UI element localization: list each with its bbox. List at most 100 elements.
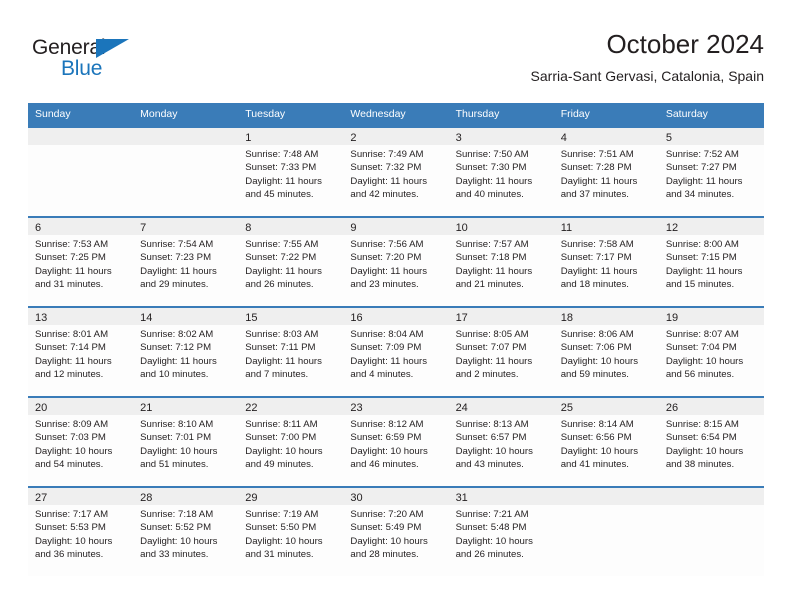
- day-number[interactable]: 6: [28, 218, 133, 235]
- day-cell[interactable]: Sunrise: 8:14 AM Sunset: 6:56 PM Dayligh…: [554, 415, 659, 486]
- day-number[interactable]: 22: [238, 398, 343, 415]
- day-cell[interactable]: Sunrise: 8:02 AM Sunset: 7:12 PM Dayligh…: [133, 325, 238, 396]
- daylight-text-line2: and 51 minutes.: [140, 459, 209, 471]
- day-number[interactable]: 24: [449, 398, 554, 415]
- day-number[interactable]: 19: [659, 308, 764, 325]
- week-date-band: 20 21 22 23 24 25 26: [28, 398, 764, 415]
- generalblue-logo[interactable]: General Blue: [32, 36, 172, 90]
- weekday-header-saturday: Saturday: [665, 108, 708, 120]
- day-number[interactable]: 7: [133, 218, 238, 235]
- sunset-text: Sunset: 5:50 PM: [245, 522, 317, 534]
- sunrise-text: Sunrise: 7:17 AM: [35, 509, 109, 520]
- sunrise-text: Sunrise: 7:18 AM: [140, 509, 214, 520]
- day-cell[interactable]: Sunrise: 7:54 AM Sunset: 7:23 PM Dayligh…: [133, 235, 238, 306]
- day-number[interactable]: 20: [28, 398, 133, 415]
- day-number[interactable]: 28: [133, 488, 238, 505]
- day-cell[interactable]: Sunrise: 7:48 AM Sunset: 7:33 PM Dayligh…: [238, 145, 343, 216]
- daylight-text-line1: Daylight: 11 hours: [665, 265, 743, 277]
- day-number[interactable]: 25: [554, 398, 659, 415]
- week-date-band: 13 14 15 16 17 18 19: [28, 308, 764, 325]
- day-cell[interactable]: Sunrise: 7:52 AM Sunset: 7:27 PM Dayligh…: [659, 145, 764, 216]
- day-cell[interactable]: [133, 145, 238, 216]
- daylight-text-line1: Daylight: 11 hours: [350, 355, 428, 367]
- day-cell[interactable]: Sunrise: 8:04 AM Sunset: 7:09 PM Dayligh…: [343, 325, 448, 396]
- day-number[interactable]: 3: [449, 128, 554, 145]
- day-number[interactable]: 16: [343, 308, 448, 325]
- daylight-text-line1: Daylight: 11 hours: [245, 265, 322, 277]
- day-cell[interactable]: Sunrise: 8:12 AM Sunset: 6:59 PM Dayligh…: [343, 415, 448, 486]
- day-cell[interactable]: Sunrise: 8:03 AM Sunset: 7:11 PM Dayligh…: [238, 325, 343, 396]
- day-cell[interactable]: Sunrise: 7:50 AM Sunset: 7:30 PM Dayligh…: [449, 145, 554, 216]
- day-number[interactable]: 11: [554, 218, 659, 235]
- day-cell[interactable]: Sunrise: 7:20 AM Sunset: 5:49 PM Dayligh…: [343, 505, 448, 576]
- day-cell[interactable]: Sunrise: 7:17 AM Sunset: 5:53 PM Dayligh…: [28, 505, 133, 576]
- day-number[interactable]: 1: [238, 128, 343, 145]
- day-cell[interactable]: Sunrise: 7:21 AM Sunset: 5:48 PM Dayligh…: [449, 505, 554, 576]
- day-cell[interactable]: Sunrise: 7:18 AM Sunset: 5:52 PM Dayligh…: [133, 505, 238, 576]
- day-number[interactable]: 29: [238, 488, 343, 505]
- day-number[interactable]: 26: [659, 398, 764, 415]
- day-cell[interactable]: Sunrise: 8:00 AM Sunset: 7:15 PM Dayligh…: [659, 235, 764, 306]
- day-cell[interactable]: Sunrise: 8:07 AM Sunset: 7:04 PM Dayligh…: [659, 325, 764, 396]
- day-number[interactable]: 15: [238, 308, 343, 325]
- day-cell[interactable]: Sunrise: 8:05 AM Sunset: 7:07 PM Dayligh…: [449, 325, 554, 396]
- day-number[interactable]: 13: [28, 308, 133, 325]
- weekday-header-wednesday: Wednesday: [350, 108, 406, 120]
- day-number[interactable]: 14: [133, 308, 238, 325]
- sunrise-text: Sunrise: 7:57 AM: [455, 239, 529, 250]
- day-cell[interactable]: [28, 145, 133, 216]
- day-number[interactable]: 12: [659, 218, 764, 235]
- day-number[interactable]: 5: [659, 128, 764, 145]
- day-number[interactable]: 31: [449, 488, 554, 505]
- day-number[interactable]: 21: [133, 398, 238, 415]
- daylight-text-line1: Daylight: 10 hours: [35, 445, 113, 457]
- sunrise-text: Sunrise: 8:13 AM: [455, 419, 529, 430]
- weekday-header-friday: Friday: [560, 108, 590, 120]
- day-number[interactable]: 18: [554, 308, 659, 325]
- day-number[interactable]: 30: [343, 488, 448, 505]
- daylight-text-line1: Daylight: 11 hours: [560, 175, 638, 187]
- day-number[interactable]: 8: [238, 218, 343, 235]
- daylight-text-line2: and 41 minutes.: [560, 459, 629, 471]
- day-number[interactable]: 27: [28, 488, 133, 505]
- sunrise-text: Sunrise: 8:01 AM: [35, 329, 109, 340]
- day-cell[interactable]: Sunrise: 8:01 AM Sunset: 7:14 PM Dayligh…: [28, 325, 133, 396]
- daylight-text-line1: Daylight: 11 hours: [665, 175, 743, 187]
- daylight-text-line1: Daylight: 10 hours: [350, 445, 428, 457]
- day-number[interactable]: 17: [449, 308, 554, 325]
- day-number[interactable]: 23: [343, 398, 448, 415]
- day-number[interactable]: [133, 128, 238, 145]
- day-cell[interactable]: Sunrise: 8:13 AM Sunset: 6:57 PM Dayligh…: [449, 415, 554, 486]
- day-cell[interactable]: Sunrise: 7:56 AM Sunset: 7:20 PM Dayligh…: [343, 235, 448, 306]
- calendar-week-row: 6 7 8 9 10 11 12 Sunrise: 7:53 AM Sunset…: [28, 216, 764, 306]
- day-cell[interactable]: Sunrise: 8:09 AM Sunset: 7:03 PM Dayligh…: [28, 415, 133, 486]
- day-cell[interactable]: Sunrise: 8:10 AM Sunset: 7:01 PM Dayligh…: [133, 415, 238, 486]
- day-cell[interactable]: Sunrise: 7:19 AM Sunset: 5:50 PM Dayligh…: [238, 505, 343, 576]
- day-cell[interactable]: Sunrise: 8:06 AM Sunset: 7:06 PM Dayligh…: [554, 325, 659, 396]
- day-cell[interactable]: Sunrise: 7:57 AM Sunset: 7:18 PM Dayligh…: [449, 235, 554, 306]
- day-cell[interactable]: [659, 505, 764, 576]
- day-cell[interactable]: Sunrise: 7:55 AM Sunset: 7:22 PM Dayligh…: [238, 235, 343, 306]
- daylight-text-line2: and 45 minutes.: [245, 189, 314, 201]
- daylight-text-line2: and 37 minutes.: [560, 189, 629, 201]
- sunset-text: Sunset: 6:54 PM: [665, 432, 737, 444]
- day-number[interactable]: [659, 488, 764, 505]
- sunrise-text: Sunrise: 7:50 AM: [455, 149, 529, 160]
- day-number[interactable]: [28, 128, 133, 145]
- day-number[interactable]: [554, 488, 659, 505]
- day-number[interactable]: 4: [554, 128, 659, 145]
- daylight-text-line2: and 26 minutes.: [455, 549, 524, 561]
- day-number[interactable]: 9: [343, 218, 448, 235]
- day-cell[interactable]: Sunrise: 8:15 AM Sunset: 6:54 PM Dayligh…: [659, 415, 764, 486]
- day-cell[interactable]: Sunrise: 7:49 AM Sunset: 7:32 PM Dayligh…: [343, 145, 448, 216]
- day-number[interactable]: 10: [449, 218, 554, 235]
- sunset-text: Sunset: 7:30 PM: [455, 162, 527, 174]
- day-cell[interactable]: Sunrise: 7:58 AM Sunset: 7:17 PM Dayligh…: [554, 235, 659, 306]
- day-number[interactable]: 2: [343, 128, 448, 145]
- day-cell[interactable]: Sunrise: 7:51 AM Sunset: 7:28 PM Dayligh…: [554, 145, 659, 216]
- daylight-text-line2: and 54 minutes.: [35, 459, 104, 471]
- daylight-text-line1: Daylight: 10 hours: [665, 445, 744, 457]
- day-cell[interactable]: [554, 505, 659, 576]
- day-cell[interactable]: Sunrise: 8:11 AM Sunset: 7:00 PM Dayligh…: [238, 415, 343, 486]
- day-cell[interactable]: Sunrise: 7:53 AM Sunset: 7:25 PM Dayligh…: [28, 235, 133, 306]
